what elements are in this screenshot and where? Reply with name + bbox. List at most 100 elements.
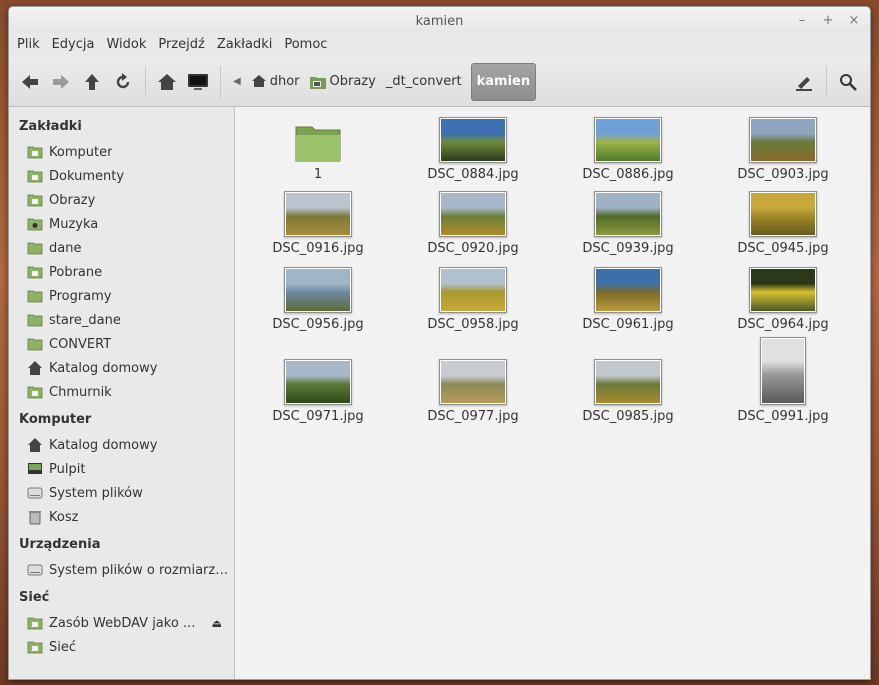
- sidebar-item-bookmark-10[interactable]: Chmurnik: [9, 380, 234, 404]
- sidebar-item-bookmark-3[interactable]: Muzyka: [9, 212, 234, 236]
- sidebar-item-label: Kosz: [49, 509, 79, 525]
- eject-icon[interactable]: ⏏: [212, 617, 222, 630]
- file-item[interactable]: DSC_0884.jpg: [398, 113, 548, 182]
- menu-plik[interactable]: Plik: [11, 33, 46, 57]
- file-name: DSC_0961.jpg: [582, 317, 674, 332]
- folder-item[interactable]: 1: [243, 113, 393, 182]
- sidebar-item-bookmark-1[interactable]: Dokumenty: [9, 164, 234, 188]
- image-thumbnail: [439, 191, 507, 237]
- file-item[interactable]: DSC_0945.jpg: [708, 187, 858, 256]
- up-button[interactable]: [77, 67, 107, 97]
- thumbnail-wrap: [708, 337, 858, 405]
- sidebar-item-bookmark-7[interactable]: stare_dane: [9, 308, 234, 332]
- reload-icon: [116, 72, 130, 88]
- toolbar-right: [789, 65, 864, 98]
- image-thumbnail: [594, 267, 662, 313]
- file-item[interactable]: DSC_0939.jpg: [553, 187, 703, 256]
- search-button[interactable]: [833, 67, 863, 97]
- file-item[interactable]: DSC_0956.jpg: [243, 263, 393, 332]
- sidebar-item-computer-1[interactable]: Pulpit: [9, 457, 234, 481]
- sidebar-header-computer: Komputer: [19, 412, 92, 427]
- file-item[interactable]: DSC_0916.jpg: [243, 187, 393, 256]
- sidebar-item-label: Obrazy: [49, 192, 96, 208]
- menu-pomoc[interactable]: Pomoc: [278, 33, 333, 57]
- titlebar[interactable]: kamien – + ×: [9, 7, 870, 33]
- window-title: kamien: [415, 14, 464, 29]
- close-button[interactable]: ×: [844, 11, 864, 31]
- menu-zakladki[interactable]: Zakładki: [211, 33, 278, 57]
- thumbnail-wrap: [553, 263, 703, 313]
- sidebar-item-label: Sieć: [49, 639, 77, 655]
- file-item[interactable]: DSC_0977.jpg: [398, 339, 548, 424]
- home-button[interactable]: [152, 67, 182, 97]
- sidebar-item-label: dane: [49, 240, 82, 256]
- crumb-dhor[interactable]: dhor: [247, 63, 305, 101]
- edit-path-button[interactable]: [789, 67, 819, 97]
- file-item[interactable]: DSC_0961.jpg: [553, 263, 703, 332]
- sidebar-header-network: Sieć: [19, 590, 50, 605]
- music-folder-icon: [27, 216, 43, 232]
- sidebar-item-bookmark-9[interactable]: Katalog domowy: [9, 356, 234, 380]
- sidebar-item-bookmark-5[interactable]: Pobrane: [9, 260, 234, 284]
- toolbar-separator: [145, 65, 146, 98]
- sidebar-header-devices: Urządzenia: [19, 537, 101, 552]
- desktop-icon: [27, 461, 43, 477]
- sidebar-item-computer-3[interactable]: Kosz: [9, 505, 234, 529]
- computer-button[interactable]: [183, 67, 213, 97]
- file-item[interactable]: DSC_0903.jpg: [708, 113, 858, 182]
- sidebar-item-label: Katalog domowy: [49, 360, 158, 376]
- home-icon: [158, 73, 176, 90]
- menu-edycja[interactable]: Edycja: [46, 33, 101, 57]
- home-icon: [251, 75, 266, 87]
- file-item[interactable]: DSC_0958.jpg: [398, 263, 548, 332]
- up-icon: [85, 73, 99, 90]
- crumb-label: _dt_convert: [385, 74, 462, 89]
- forward-button[interactable]: [46, 67, 76, 97]
- file-item[interactable]: DSC_0985.jpg: [553, 339, 703, 424]
- drive-icon: [27, 562, 43, 578]
- crumb-kamien[interactable]: kamien: [470, 62, 537, 101]
- file-name: DSC_0916.jpg: [272, 241, 364, 256]
- file-item[interactable]: DSC_0920.jpg: [398, 187, 548, 256]
- thumbnail-wrap: [398, 113, 548, 163]
- sidebar-item-bookmark-2[interactable]: Obrazy: [9, 188, 234, 212]
- back-button[interactable]: [15, 67, 45, 97]
- menu-przejdz[interactable]: Przejdź: [152, 33, 210, 57]
- folder-icon: [295, 126, 341, 162]
- maximize-button[interactable]: +: [818, 11, 838, 31]
- crumb-dt-convert[interactable]: _dt_convert: [381, 63, 467, 101]
- sidebar-item-computer-0[interactable]: Katalog domowy: [9, 433, 234, 457]
- sidebar-item-label: Pulpit: [49, 461, 86, 477]
- breadcrumb-scroll-left-icon[interactable]: ◀: [229, 76, 247, 87]
- sidebar-item-bookmark-0[interactable]: Komputer: [9, 140, 234, 164]
- reload-button[interactable]: [108, 67, 138, 97]
- computer-icon: [188, 73, 208, 90]
- thumbnail-wrap: [708, 263, 858, 313]
- sidebar-item-label: System plików: [49, 485, 143, 501]
- sidebar-item-network-0[interactable]: Zasób WebDAV jako ... ⏏: [9, 611, 234, 635]
- file-name: 1: [313, 167, 323, 182]
- sidebar-item-bookmark-6[interactable]: Programy: [9, 284, 234, 308]
- file-item[interactable]: DSC_0886.jpg: [553, 113, 703, 182]
- file-name: DSC_0958.jpg: [427, 317, 519, 332]
- file-view[interactable]: 1 DSC_0884.jpg DSC_0886.jpg DSC_0903.jpg DSC…: [235, 107, 870, 679]
- sidebar-item-bookmark-4[interactable]: dane: [9, 236, 234, 260]
- sidebar-item-label: Komputer: [49, 144, 113, 160]
- downloads-folder-icon: [27, 264, 43, 280]
- thumbnail-wrap: [398, 187, 548, 237]
- file-item[interactable]: DSC_0991.jpg: [708, 337, 858, 424]
- sidebar-item-computer-2[interactable]: System plików: [9, 481, 234, 505]
- file-item[interactable]: DSC_0964.jpg: [708, 263, 858, 332]
- thumbnail-wrap: [708, 113, 858, 163]
- sidebar-item-network-1[interactable]: Sieć: [9, 635, 234, 659]
- menu-widok[interactable]: Widok: [100, 33, 152, 57]
- crumb-obrazy[interactable]: Obrazy: [305, 63, 381, 101]
- minimize-button[interactable]: –: [792, 11, 812, 31]
- sidebar-item-device-0[interactable]: System plików o rozmiarze ...: [9, 558, 234, 582]
- file-name: DSC_0985.jpg: [582, 409, 674, 424]
- sidebar-item-label: Katalog domowy: [49, 437, 158, 453]
- sidebar-item-bookmark-8[interactable]: CONVERT: [9, 332, 234, 356]
- file-item[interactable]: DSC_0971.jpg: [243, 339, 393, 424]
- trash-icon: [27, 509, 43, 525]
- thumbnail-wrap: [398, 263, 548, 313]
